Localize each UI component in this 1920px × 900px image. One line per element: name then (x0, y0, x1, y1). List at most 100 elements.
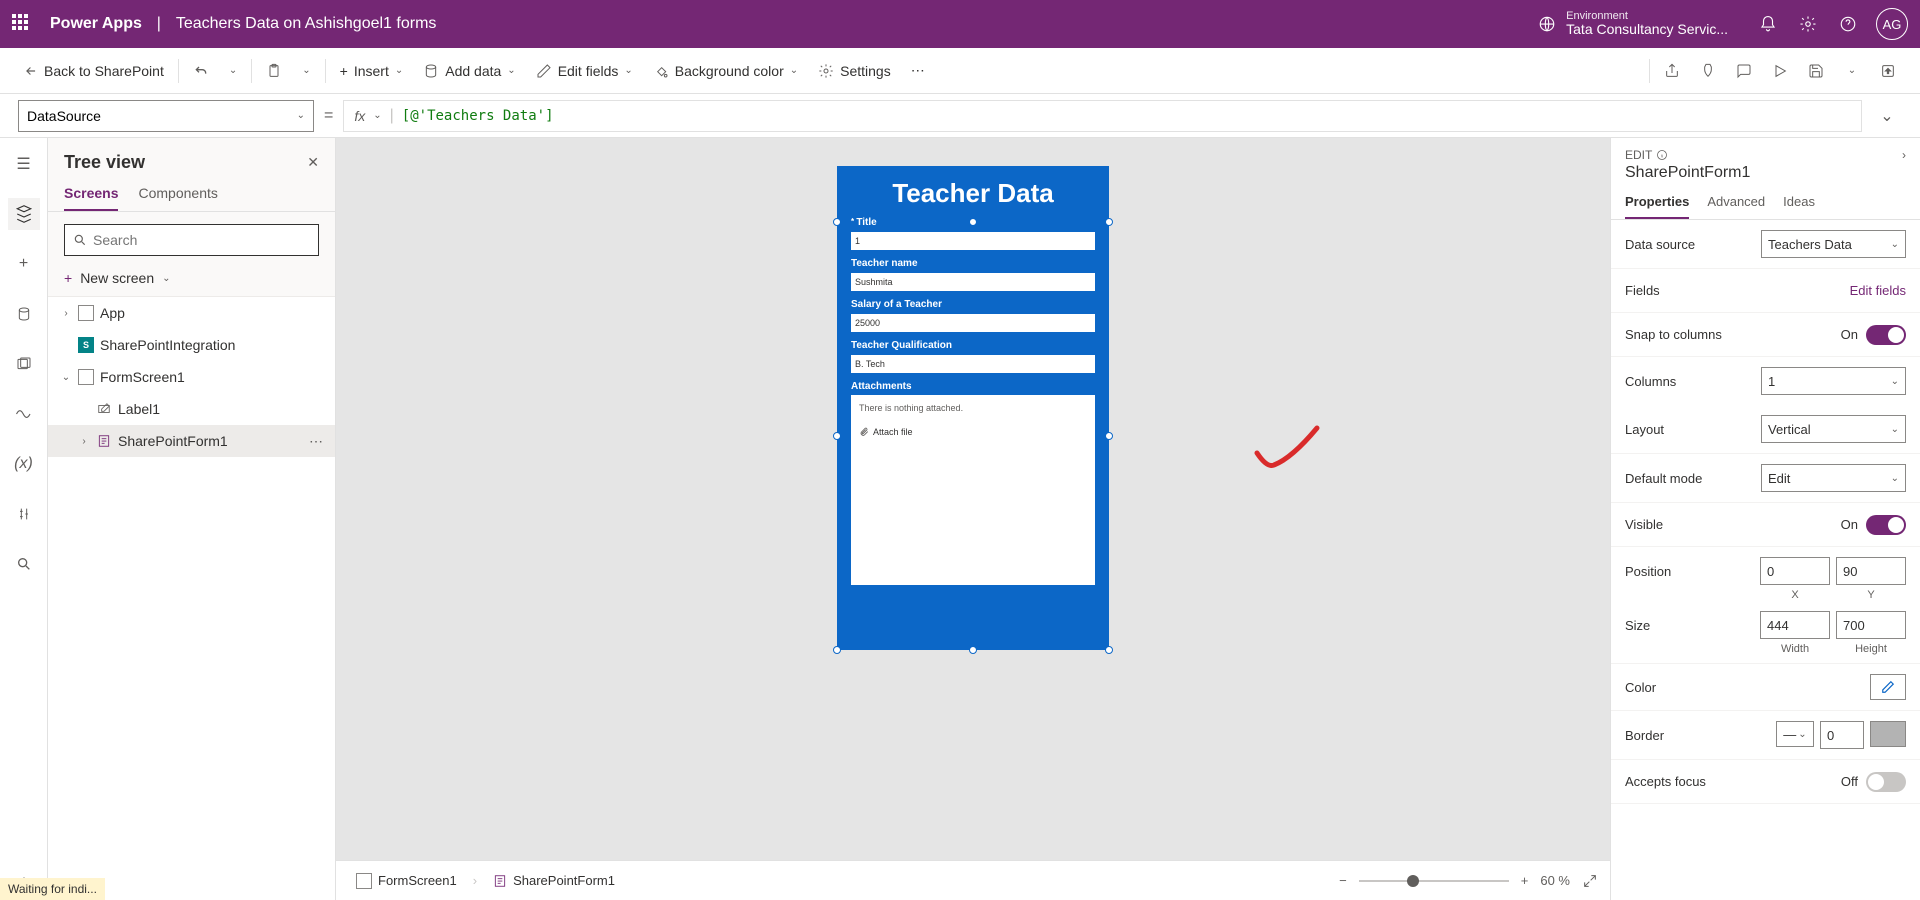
undo-split[interactable]: ⌄ (219, 48, 247, 93)
rail-search-icon[interactable] (8, 548, 40, 580)
back-arrow-icon (24, 64, 38, 78)
new-screen-label: New screen (80, 270, 154, 286)
app-checker-button[interactable] (1690, 53, 1726, 89)
tab-ideas[interactable]: Ideas (1783, 194, 1815, 219)
crumb-form[interactable]: SharePointForm1 (485, 869, 623, 892)
add-data-button[interactable]: Add data ⌄ (413, 48, 525, 93)
close-icon[interactable]: ✕ (307, 154, 319, 171)
field-input-qualification[interactable] (851, 355, 1095, 373)
position-x-input[interactable]: 0 (1760, 557, 1830, 585)
field-input-salary[interactable] (851, 314, 1095, 332)
insert-button[interactable]: + Insert ⌄ (330, 48, 414, 93)
main-area: ☰ + (x) Tree view ✕ Scree (0, 138, 1920, 900)
tree-node-formscreen[interactable]: ⌄ FormScreen1 (48, 361, 335, 393)
info-icon[interactable] (1656, 149, 1668, 161)
tab-screens[interactable]: Screens (64, 185, 118, 211)
share-button[interactable] (1654, 53, 1690, 89)
search-input[interactable] (93, 232, 310, 248)
crumb-screen[interactable]: FormScreen1 (348, 869, 465, 893)
app-launcher-icon[interactable] (12, 14, 32, 34)
formula-input[interactable]: fx ⌄ | [@'Teachers Data'] (343, 100, 1862, 132)
zoom-control: − + 60 % (1339, 873, 1598, 889)
tree-search[interactable] (64, 224, 319, 256)
bucket-icon (653, 63, 669, 79)
snap-columns-toggle[interactable] (1866, 325, 1906, 345)
rail-insert-icon[interactable]: + (8, 248, 40, 280)
rail-media-icon[interactable] (8, 348, 40, 380)
chevron-down-icon: ⌄ (162, 273, 170, 284)
fields-label: Fields (1625, 283, 1660, 298)
bg-color-button[interactable]: Background color ⌄ (643, 48, 808, 93)
field-input-title[interactable] (851, 232, 1095, 250)
rail-variables-icon[interactable]: (x) (8, 448, 40, 480)
height-input[interactable]: 700 (1836, 611, 1906, 639)
tree-node-label1[interactable]: Label1 (48, 393, 335, 425)
help-icon[interactable] (1828, 4, 1868, 44)
notifications-icon[interactable] (1748, 4, 1788, 44)
fit-screen-button[interactable] (1582, 873, 1598, 889)
field-label-qualification: Teacher Qualification (851, 340, 1095, 351)
status-bar: Waiting for indi... (0, 878, 105, 900)
sharepoint-form[interactable]: Title Teacher name Salary of a Teacher T… (837, 217, 1109, 585)
default-mode-select[interactable]: Edit ⌄ (1761, 464, 1906, 492)
tree-node-sp-integration[interactable]: S SharePointIntegration (48, 329, 335, 361)
accepts-focus-toggle[interactable] (1866, 772, 1906, 792)
attachments-box[interactable]: There is nothing attached. Attach file (851, 395, 1095, 585)
rail-tree-view-icon[interactable] (8, 198, 40, 230)
back-button[interactable]: Back to SharePoint (14, 48, 174, 93)
save-split[interactable]: ⌄ (1834, 53, 1870, 89)
screen-icon (356, 873, 372, 889)
tree-node-app[interactable]: › App (48, 297, 335, 329)
settings-button[interactable]: Settings (808, 48, 901, 93)
position-y-input[interactable]: 90 (1836, 557, 1906, 585)
tab-components[interactable]: Components (138, 185, 217, 211)
columns-label: Columns (1625, 374, 1676, 389)
undo-button[interactable] (183, 48, 219, 93)
rail-data-icon[interactable] (8, 298, 40, 330)
paste-button[interactable] (256, 48, 292, 93)
tab-advanced[interactable]: Advanced (1707, 194, 1765, 219)
columns-select[interactable]: 1 ⌄ (1761, 367, 1906, 395)
panel-chevron-icon[interactable]: › (1902, 148, 1906, 162)
tab-properties[interactable]: Properties (1625, 194, 1689, 219)
more-commands[interactable]: ⋯ (901, 48, 935, 93)
form-preview[interactable]: Teacher Data Title Teacher name (837, 166, 1109, 650)
layout-select[interactable]: Vertical ⌄ (1761, 415, 1906, 443)
comments-button[interactable] (1726, 53, 1762, 89)
rail-flows-icon[interactable] (8, 398, 40, 430)
border-width-input[interactable]: 0 (1820, 721, 1864, 749)
edit-fields-button[interactable]: Edit fields ⌄ (526, 48, 643, 93)
fx-chevron-icon: ⌄ (373, 110, 381, 121)
formula-expand[interactable]: ⌄ (1872, 106, 1902, 126)
more-icon[interactable]: ⋯ (309, 433, 323, 450)
tree-node-sharepointform1[interactable]: › SharePointForm1 ⋯ (48, 425, 335, 457)
crumb-chevron-icon: › (473, 873, 477, 888)
paperclip-icon (859, 427, 869, 437)
color-picker[interactable] (1870, 674, 1906, 700)
accepts-focus-label: Accepts focus (1625, 774, 1706, 789)
field-input-name[interactable] (851, 273, 1095, 291)
canvas[interactable]: Teacher Data Title Teacher name (336, 138, 1610, 900)
visible-toggle[interactable] (1866, 515, 1906, 535)
property-selector[interactable]: DataSource ⌄ (18, 100, 314, 132)
border-color-picker[interactable] (1870, 721, 1906, 747)
new-screen-button[interactable]: + New screen ⌄ (48, 264, 335, 297)
edit-fields-link[interactable]: Edit fields (1850, 283, 1906, 298)
width-input[interactable]: 444 (1760, 611, 1830, 639)
border-style-select[interactable]: — ⌄ (1776, 721, 1814, 747)
zoom-in-button[interactable]: + (1521, 873, 1529, 888)
rail-tools-icon[interactable] (8, 498, 40, 530)
paste-split[interactable]: ⌄ (292, 48, 320, 93)
zoom-slider[interactable] (1359, 880, 1509, 882)
data-source-select[interactable]: Teachers Data ⌄ (1761, 230, 1906, 258)
preview-button[interactable] (1762, 53, 1798, 89)
settings-gear-icon[interactable] (1788, 4, 1828, 44)
zoom-out-button[interactable]: − (1339, 873, 1347, 888)
rail-hamburger-icon[interactable]: ☰ (8, 148, 40, 180)
publish-button[interactable] (1870, 53, 1906, 89)
environment-picker[interactable]: Environment Tata Consultancy Servic... (1538, 10, 1728, 37)
clipboard-icon (266, 63, 282, 79)
attach-file-label: Attach file (873, 427, 913, 437)
save-button[interactable] (1798, 53, 1834, 89)
user-avatar[interactable]: AG (1876, 8, 1908, 40)
